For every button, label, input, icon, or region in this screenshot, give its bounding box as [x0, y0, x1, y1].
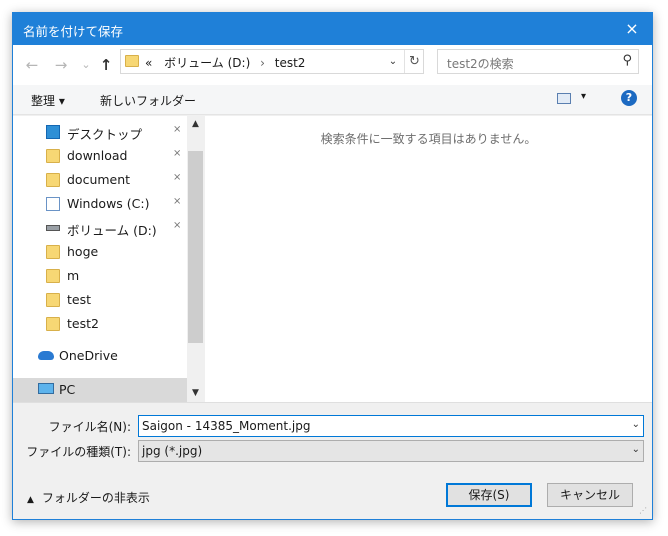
search-icon[interactable]: ⚲: [622, 53, 632, 68]
view-options-icon[interactable]: [557, 93, 571, 104]
close-icon[interactable]: ×: [612, 13, 652, 45]
refresh-icon[interactable]: ↻: [404, 50, 424, 73]
nav-item-test[interactable]: test: [13, 288, 187, 312]
forward-arrow-icon[interactable]: →: [51, 55, 71, 75]
hide-folders-button[interactable]: ▲ フォルダーの非表示: [27, 489, 150, 506]
nav-item-label: OneDrive: [59, 348, 118, 363]
scroll-down-icon[interactable]: ▼: [187, 385, 204, 402]
chevron-down-icon[interactable]: ⌄: [385, 52, 401, 71]
drive-d-icon: [46, 225, 60, 231]
navigation-pane: デスクトップ ⨯ download ⨯ document ⨯ Windows (…: [13, 116, 204, 402]
nav-item-label: m: [67, 268, 80, 283]
cancel-button[interactable]: キャンセル: [547, 483, 633, 507]
pc-icon: [38, 383, 54, 394]
onedrive-icon: [38, 351, 54, 360]
nav-item-label: document: [67, 172, 131, 187]
chevron-up-icon: ▲: [27, 495, 34, 505]
nav-item-label: Windows (C:): [67, 196, 150, 211]
breadcrumb: « ボリューム (D:) › test2: [145, 54, 305, 71]
desktop-icon: [46, 125, 60, 139]
recent-locations-icon[interactable]: ⌄: [76, 55, 96, 75]
back-arrow-icon[interactable]: ←: [22, 55, 42, 75]
nav-item-windows-c[interactable]: Windows (C:) ⨯: [13, 192, 187, 216]
filename-field[interactable]: Saigon - 14385_Moment.jpg ⌄: [138, 415, 644, 437]
nav-item-download[interactable]: download ⨯: [13, 144, 187, 168]
nav-item-hoge[interactable]: hoge: [13, 240, 187, 264]
pin-icon[interactable]: ⨯: [173, 220, 181, 231]
filetype-select[interactable]: jpg (*.jpg) ⌄: [138, 440, 644, 462]
nav-item-volume-d[interactable]: ボリューム (D:) ⨯: [13, 216, 187, 240]
save-as-dialog: 名前を付けて保存 × ← → ⌄ ↑ « ボリューム (D:) › test2 …: [12, 12, 653, 520]
folder-icon: [46, 269, 60, 283]
hide-folders-label: フォルダーの非表示: [41, 491, 150, 505]
filename-label: ファイル名(N):: [48, 420, 131, 434]
nav-item-m[interactable]: m: [13, 264, 187, 288]
pin-icon[interactable]: ⨯: [173, 148, 181, 159]
folder-icon: [46, 317, 60, 331]
folder-icon: [46, 245, 60, 259]
resize-grip-icon[interactable]: ⋰: [639, 506, 649, 516]
breadcrumb-separator[interactable]: ›: [260, 56, 265, 70]
toolbar: 整理 ▾ 新しいフォルダー ▾ ?: [13, 85, 652, 115]
breadcrumb-overflow[interactable]: «: [145, 56, 152, 70]
chevron-down-icon[interactable]: ⌄: [632, 444, 640, 455]
address-bar[interactable]: « ボリューム (D:) › test2 ⌄ ↻: [120, 49, 424, 74]
scrollbar-thumb[interactable]: [188, 151, 203, 343]
pin-icon[interactable]: ⨯: [173, 196, 181, 207]
nav-item-label: PC: [59, 382, 76, 397]
filetype-label: ファイルの種類(T):: [26, 445, 131, 459]
title-bar: 名前を付けて保存 ×: [13, 13, 652, 45]
dialog-title: 名前を付けて保存: [23, 24, 124, 39]
view-dropdown-icon[interactable]: ▾: [581, 91, 586, 102]
help-icon[interactable]: ?: [621, 90, 637, 106]
save-options-panel: ファイル名(N): Saigon - 14385_Moment.jpg ⌄ ファ…: [13, 402, 652, 519]
nav-item-label: test: [67, 292, 92, 307]
nav-item-desktop[interactable]: デスクトップ ⨯: [13, 120, 187, 144]
save-button[interactable]: 保存(S): [446, 483, 532, 507]
folder-icon: [46, 149, 60, 163]
nav-item-onedrive[interactable]: OneDrive: [13, 344, 187, 368]
nav-item-test2[interactable]: test2: [13, 312, 187, 336]
nav-item-label: デスクトップ: [67, 127, 143, 142]
nav-item-pc[interactable]: PC: [13, 378, 187, 402]
drive-c-icon: [46, 197, 60, 211]
scroll-up-icon[interactable]: ▲: [187, 116, 204, 133]
folder-icon: [125, 55, 139, 67]
nav-item-label: test2: [67, 316, 99, 331]
pin-icon[interactable]: ⨯: [173, 124, 181, 135]
organize-menu-button[interactable]: 整理 ▾: [31, 92, 65, 109]
nav-item-label: download: [67, 148, 128, 163]
nav-item-document[interactable]: document ⨯: [13, 168, 187, 192]
nav-item-label: hoge: [67, 244, 99, 259]
nav-item-label: ボリューム (D:): [67, 223, 157, 238]
navigation-bar: ← → ⌄ ↑ « ボリューム (D:) › test2 ⌄ ↻ test2の検…: [13, 45, 652, 85]
chevron-down-icon[interactable]: ⌄: [632, 419, 640, 430]
filename-value: Saigon - 14385_Moment.jpg: [142, 419, 311, 433]
folder-icon: [46, 293, 60, 307]
search-placeholder: test2の検索: [447, 57, 514, 71]
filetype-value: jpg (*.jpg): [142, 444, 203, 458]
breadcrumb-volume-d[interactable]: ボリューム (D:): [164, 56, 250, 70]
up-arrow-icon[interactable]: ↑: [96, 55, 116, 75]
new-folder-button[interactable]: 新しいフォルダー: [100, 92, 196, 109]
folder-icon: [46, 173, 60, 187]
breadcrumb-test2[interactable]: test2: [275, 56, 306, 70]
empty-results-message: 検索条件に一致する項目はありません。: [320, 132, 537, 146]
search-input[interactable]: test2の検索 ⚲: [437, 49, 639, 74]
navigation-scrollbar[interactable]: ▲ ▼: [187, 116, 204, 402]
file-list-pane[interactable]: 検索条件に一致する項目はありません。: [205, 116, 652, 402]
pin-icon[interactable]: ⨯: [173, 172, 181, 183]
